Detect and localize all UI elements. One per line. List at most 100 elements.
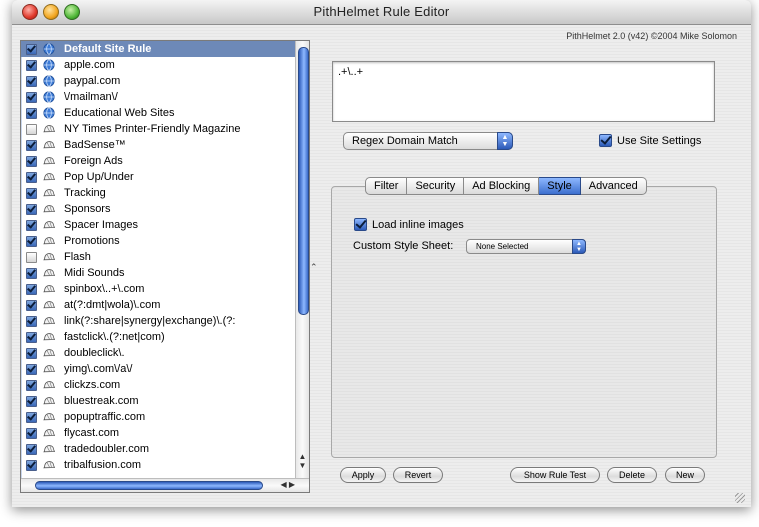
pith-helmet-icon bbox=[43, 251, 64, 263]
rule-row[interactable]: Midi Sounds bbox=[21, 265, 295, 281]
pith-helmet-icon bbox=[43, 171, 64, 183]
tab-filter[interactable]: Filter bbox=[365, 177, 408, 195]
rule-enabled-checkbox[interactable] bbox=[26, 139, 37, 151]
custom-style-sheet-popup[interactable]: None Selected ▲ ▼ bbox=[466, 239, 586, 254]
apply-button[interactable]: Apply bbox=[340, 467, 386, 483]
rule-enabled-checkbox[interactable] bbox=[26, 395, 37, 407]
vertical-scroll-thumb[interactable] bbox=[298, 47, 309, 315]
rule-row[interactable]: Flash bbox=[21, 249, 295, 265]
rule-row[interactable]: spinbox\..+\.com bbox=[21, 281, 295, 297]
tab-security[interactable]: Security bbox=[407, 177, 465, 195]
split-view-handle-icon[interactable]: ⌃ bbox=[310, 262, 318, 273]
rule-enabled-checkbox[interactable] bbox=[26, 203, 37, 215]
window-title: PithHelmet Rule Editor bbox=[313, 4, 450, 19]
rule-enabled-checkbox[interactable] bbox=[26, 347, 37, 359]
pith-helmet-icon bbox=[43, 203, 64, 215]
show-rule-test-button[interactable]: Show Rule Test bbox=[510, 467, 600, 483]
rule-row[interactable]: Tracking bbox=[21, 185, 295, 201]
tab-advanced[interactable]: Advanced bbox=[580, 177, 647, 195]
rule-enabled-checkbox[interactable] bbox=[26, 315, 37, 327]
rule-row[interactable]: fastclick\.(?:net|com) bbox=[21, 329, 295, 345]
match-type-popup[interactable]: Regex Domain Match ▲ ▼ bbox=[343, 132, 513, 150]
rule-enabled-checkbox[interactable] bbox=[26, 251, 37, 263]
rule-row[interactable]: apple.com bbox=[21, 57, 295, 73]
rule-row[interactable]: at(?:dmt|wola)\.com bbox=[21, 297, 295, 313]
rule-row[interactable]: NY Times Printer-Friendly Magazine bbox=[21, 121, 295, 137]
rule-row[interactable]: link(?:share|synergy|exchange)\.(?: bbox=[21, 313, 295, 329]
rule-row[interactable]: Sponsors bbox=[21, 201, 295, 217]
rule-list-horizontal-scrollbar[interactable]: ◀ ▶ bbox=[21, 478, 309, 492]
rule-enabled-checkbox[interactable] bbox=[26, 91, 37, 103]
rule-row[interactable]: flycast.com bbox=[21, 425, 295, 441]
rule-row[interactable]: doubleclick\. bbox=[21, 345, 295, 361]
globe-icon bbox=[43, 107, 64, 119]
resize-grip-icon[interactable] bbox=[735, 493, 745, 503]
rule-enabled-checkbox[interactable] bbox=[26, 283, 37, 295]
pith-helmet-icon bbox=[43, 363, 64, 375]
new-button[interactable]: New bbox=[665, 467, 705, 483]
checkmark-icon bbox=[599, 134, 612, 147]
rule-list-vertical-scrollbar[interactable]: ▲ ▼ bbox=[295, 41, 309, 478]
pith-helmet-icon bbox=[43, 235, 64, 247]
tab-ad-blocking[interactable]: Ad Blocking bbox=[464, 177, 540, 195]
popup-arrows-icon: ▲ ▼ bbox=[497, 132, 513, 150]
rule-row[interactable]: tradedoubler.com bbox=[21, 441, 295, 457]
rule-enabled-checkbox[interactable] bbox=[26, 411, 37, 423]
rule-enabled-checkbox[interactable] bbox=[26, 363, 37, 375]
rule-enabled-checkbox[interactable] bbox=[26, 427, 37, 439]
rule-enabled-checkbox[interactable] bbox=[26, 235, 37, 247]
rule-enabled-checkbox[interactable] bbox=[26, 123, 37, 135]
vertical-scroll-arrows[interactable]: ▲ ▼ bbox=[296, 452, 309, 478]
use-site-settings-checkbox[interactable]: Use Site Settings bbox=[599, 134, 701, 147]
tab-style[interactable]: Style bbox=[539, 177, 581, 195]
rule-label: yimg\.com\/a\/ bbox=[64, 363, 133, 375]
rule-row[interactable]: BadSense™ bbox=[21, 137, 295, 153]
rule-row[interactable]: Promotions bbox=[21, 233, 295, 249]
rule-row[interactable]: Spacer Images bbox=[21, 217, 295, 233]
title-bar[interactable]: PithHelmet Rule Editor bbox=[12, 0, 751, 25]
globe-icon bbox=[43, 75, 64, 87]
rule-label: Spacer Images bbox=[64, 219, 138, 231]
rule-enabled-checkbox[interactable] bbox=[26, 43, 37, 55]
pith-helmet-icon bbox=[43, 139, 64, 151]
horizontal-scroll-thumb[interactable] bbox=[35, 481, 263, 490]
rule-enabled-checkbox[interactable] bbox=[26, 155, 37, 167]
rule-enabled-checkbox[interactable] bbox=[26, 59, 37, 71]
pith-helmet-icon bbox=[43, 283, 64, 295]
rule-label: Midi Sounds bbox=[64, 267, 125, 279]
rule-enabled-checkbox[interactable] bbox=[26, 299, 37, 311]
rule-row[interactable]: tribalfusion.com bbox=[21, 457, 295, 473]
rule-row[interactable]: \/mailman\/ bbox=[21, 89, 295, 105]
rule-pattern-field[interactable]: .+\..+ bbox=[332, 61, 715, 122]
rule-enabled-checkbox[interactable] bbox=[26, 443, 37, 455]
rule-enabled-checkbox[interactable] bbox=[26, 75, 37, 87]
rule-label: Sponsors bbox=[64, 203, 111, 215]
rule-row[interactable]: bluestreak.com bbox=[21, 393, 295, 409]
rule-row[interactable]: paypal.com bbox=[21, 73, 295, 89]
rule-label: spinbox\..+\.com bbox=[64, 283, 145, 295]
rule-row[interactable]: yimg\.com\/a\/ bbox=[21, 361, 295, 377]
rule-enabled-checkbox[interactable] bbox=[26, 267, 37, 279]
rule-row[interactable]: clickzs.com bbox=[21, 377, 295, 393]
rule-row[interactable]: Foreign Ads bbox=[21, 153, 295, 169]
rule-enabled-checkbox[interactable] bbox=[26, 107, 37, 119]
pith-helmet-icon bbox=[43, 427, 64, 439]
rule-row[interactable]: popuptraffic.com bbox=[21, 409, 295, 425]
rule-enabled-checkbox[interactable] bbox=[26, 187, 37, 199]
pith-helmet-icon bbox=[43, 347, 64, 359]
rule-enabled-checkbox[interactable] bbox=[26, 379, 37, 391]
load-inline-images-checkbox[interactable]: Load inline images bbox=[354, 218, 464, 231]
rule-enabled-checkbox[interactable] bbox=[26, 459, 37, 471]
rule-enabled-checkbox[interactable] bbox=[26, 331, 37, 343]
rule-enabled-checkbox[interactable] bbox=[26, 171, 37, 183]
delete-button[interactable]: Delete bbox=[607, 467, 657, 483]
rule-row[interactable]: Default Site Rule bbox=[21, 41, 295, 57]
revert-button[interactable]: Revert bbox=[393, 467, 443, 483]
pith-helmet-icon bbox=[43, 219, 64, 231]
rule-list[interactable]: Default Site Rule apple.com paypal.com \/ma… bbox=[20, 40, 310, 493]
pith-helmet-icon bbox=[43, 395, 64, 407]
rule-row[interactable]: Pop Up/Under bbox=[21, 169, 295, 185]
horizontal-scroll-arrows[interactable]: ◀ ▶ bbox=[280, 479, 295, 491]
rule-row[interactable]: Educational Web Sites bbox=[21, 105, 295, 121]
rule-enabled-checkbox[interactable] bbox=[26, 219, 37, 231]
